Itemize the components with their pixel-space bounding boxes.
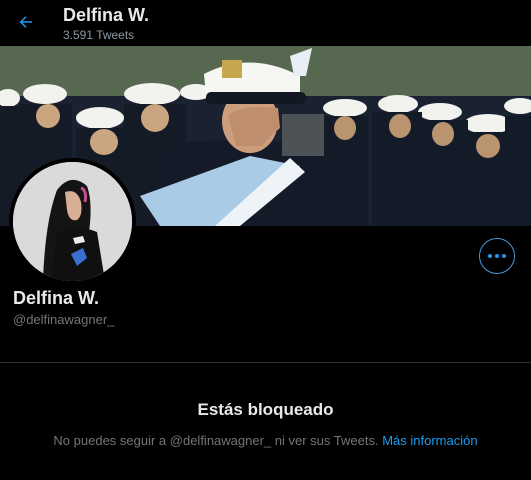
profile-handle: @delfinawagner_ (13, 312, 115, 327)
learn-more-link[interactable]: Más información (382, 433, 477, 448)
more-options-button[interactable] (479, 238, 515, 274)
blocked-description: No puedes seguir a @delfinawagner_ ni ve… (0, 433, 531, 448)
blocked-title: Estás bloqueado (197, 400, 334, 419)
profile-avatar[interactable] (9, 158, 136, 285)
divider (0, 362, 531, 363)
header-title: Delfina W. (63, 5, 150, 25)
top-bar: Delfina W. 3.591 Tweets (0, 0, 531, 46)
tweet-count: 3.591 Tweets (63, 28, 135, 42)
more-horizontal-icon (488, 254, 492, 258)
avatar-image (13, 162, 132, 281)
back-button[interactable] (12, 8, 40, 36)
header-text: Delfina W. 3.591 Tweets (63, 5, 149, 43)
arrow-left-icon (19, 16, 32, 28)
profile-name: Delfina W. (13, 288, 100, 308)
blocked-text: No puedes seguir a @delfinawagner_ ni ve… (53, 433, 379, 448)
